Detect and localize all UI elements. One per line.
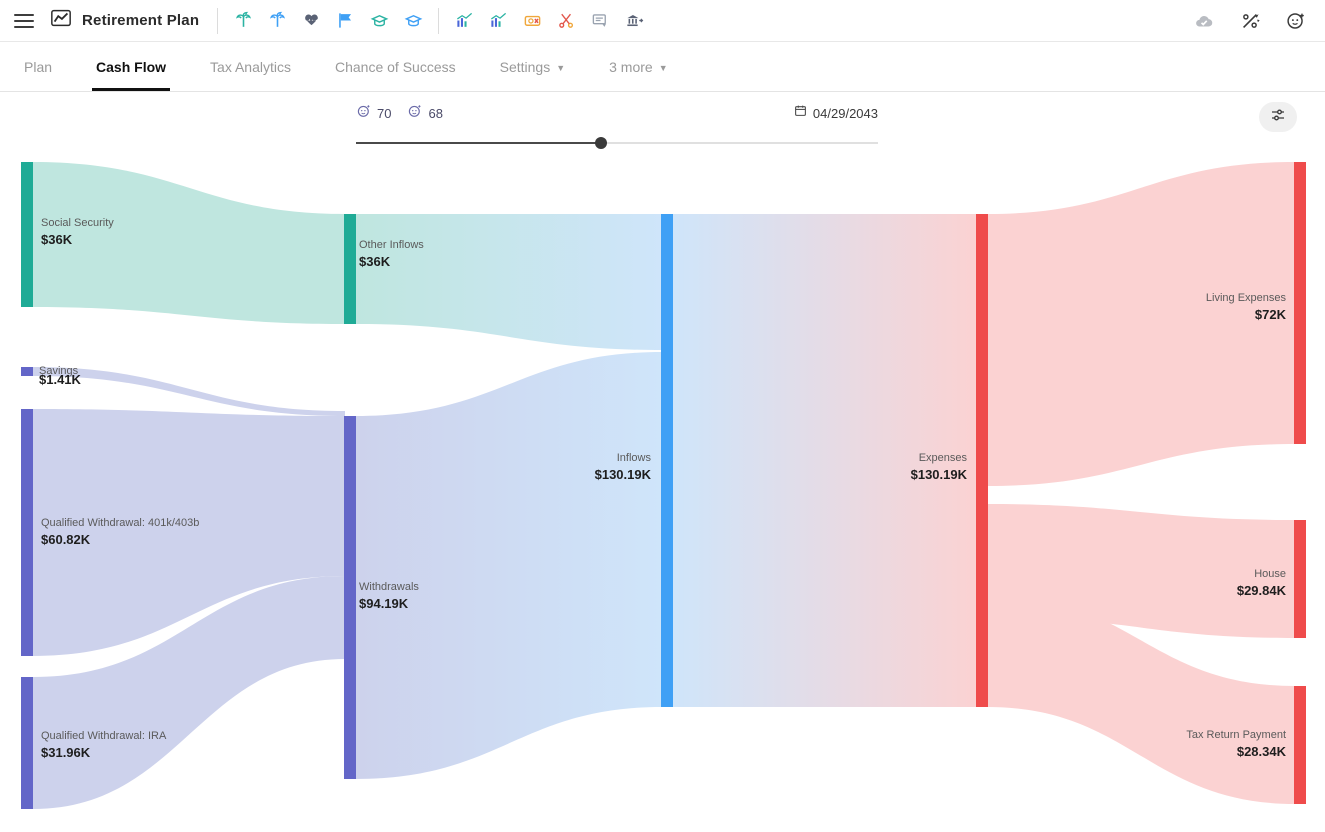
age-secondary[interactable]: 68 [407, 103, 443, 124]
cash-flow-sankey-chart: Social Security $36K Savings $1.41K Qual… [0, 154, 1325, 824]
toolbar-icons-left [218, 6, 438, 36]
tab-tax-analytics[interactable]: Tax Analytics [188, 42, 313, 91]
person-age-icon [407, 103, 423, 124]
tab-label: 3 more [609, 58, 653, 75]
node-qualified-withdrawal-ira[interactable] [21, 677, 33, 809]
sliders-icon [1269, 106, 1287, 129]
heartbeat-icon[interactable] [296, 6, 326, 36]
value-qualified-withdrawal-401k: $60.82K [41, 532, 91, 547]
tab-label: Tax Analytics [210, 58, 291, 75]
flag-icon[interactable] [330, 6, 360, 36]
age-primary[interactable]: 70 [356, 103, 391, 124]
palm-tree-teal-icon[interactable] [228, 6, 258, 36]
hamburger-icon[interactable] [14, 13, 34, 28]
value-savings: $1.41K [39, 372, 82, 387]
age-secondary-value: 68 [428, 105, 443, 121]
timeline-slider[interactable] [356, 134, 878, 152]
node-qualified-withdrawal-401k[interactable] [21, 409, 33, 656]
tab-settings[interactable]: Settings ▼ [478, 42, 588, 91]
label-tax-return-payment: Tax Return Payment [1186, 729, 1286, 741]
slider-fill [356, 142, 602, 144]
hamburger-line [14, 13, 34, 16]
cloud-saved-icon[interactable] [1189, 6, 1219, 36]
graduation-cap-teal-icon[interactable] [364, 6, 394, 36]
label-social-security: Social Security [41, 217, 114, 229]
palm-tree-blue-icon[interactable] [262, 6, 292, 36]
tab-cash-flow[interactable]: Cash Flow [74, 42, 188, 91]
value-withdrawals: $94.19K [359, 596, 409, 611]
add-person-icon[interactable] [1281, 6, 1311, 36]
value-social-security: $36K [41, 232, 73, 247]
value-other-inflows: $36K [359, 254, 391, 269]
calendar-icon [794, 104, 807, 122]
value-tax-return-payment: $28.34K [1237, 744, 1287, 759]
tab-label: Cash Flow [96, 58, 167, 75]
label-living-expenses: Living Expenses [1206, 292, 1287, 304]
chart-settings-button[interactable] [1259, 102, 1297, 132]
tab-label: Plan [24, 58, 53, 75]
chevron-down-icon: ▼ [556, 62, 566, 73]
value-house: $29.84K [1237, 583, 1287, 598]
label-other-inflows: Other Inflows [359, 239, 424, 251]
label-qualified-withdrawal-401k: Qualified Withdrawal: 401k/403b [41, 517, 199, 529]
value-qualified-withdrawal-ira: $31.96K [41, 745, 91, 760]
bar-chart-up-blue-icon[interactable] [449, 6, 479, 36]
person-age-icon [356, 103, 372, 124]
sankey-svg: Social Security $36K Savings $1.41K Qual… [21, 162, 1306, 809]
tab-label: Chance of Success [334, 58, 456, 75]
toolbar-icons-right-group [439, 6, 659, 36]
link-other-inflows-inflows[interactable] [356, 214, 662, 350]
app-title: Retirement Plan [82, 12, 200, 29]
node-social-security[interactable] [21, 162, 33, 307]
tab-label: Settings [499, 58, 551, 75]
node-house[interactable] [1294, 520, 1306, 638]
label-withdrawals: Withdrawals [359, 581, 419, 593]
timeline-widget: 70 68 04/29/2043 [356, 100, 878, 152]
timeline-date-value: 04/29/2043 [812, 105, 878, 121]
slider-thumb[interactable] [595, 137, 608, 149]
age-primary-value: 70 [377, 105, 392, 121]
hamburger-line [14, 25, 34, 28]
link-withdrawals-inflows[interactable] [356, 352, 662, 779]
top-bar-right-actions [1189, 0, 1311, 42]
tab-chance-of-success[interactable]: Chance of Success [313, 42, 478, 91]
tab-plan[interactable]: Plan [2, 42, 74, 91]
node-tax-return-payment[interactable] [1294, 686, 1306, 804]
app-brand[interactable]: Retirement Plan [50, 7, 217, 34]
value-living-expenses: $72K [1255, 307, 1287, 322]
bank-transfer-icon[interactable] [619, 6, 649, 36]
label-house: House [1254, 568, 1286, 580]
node-inflows[interactable] [661, 214, 673, 707]
link-expenses-living-expenses[interactable] [988, 162, 1295, 486]
label-inflows: Inflows [617, 452, 652, 464]
node-other-inflows[interactable] [344, 214, 356, 324]
tab-more[interactable]: 3 more ▼ [587, 42, 690, 91]
node-withdrawals[interactable] [344, 416, 356, 779]
value-expenses: $130.19K [911, 467, 968, 482]
node-savings[interactable] [21, 367, 33, 376]
chevron-down-icon: ▼ [658, 62, 668, 73]
graduation-cap-blue-icon[interactable] [398, 6, 428, 36]
main-tab-bar: Plan Cash Flow Tax Analytics Chance of S… [0, 42, 1325, 92]
label-qualified-withdrawal-ira: Qualified Withdrawal: IRA [41, 730, 167, 742]
scissors-icon[interactable] [551, 6, 581, 36]
node-expenses[interactable] [976, 214, 988, 707]
label-expenses: Expenses [919, 452, 968, 464]
timeline-header: 70 68 04/29/2043 [356, 100, 878, 126]
link-social-security-other-inflows[interactable] [33, 162, 345, 324]
timeline-controls: 70 68 04/29/2043 [0, 92, 1325, 154]
insurance-icon[interactable] [585, 6, 615, 36]
value-inflows: $130.19K [595, 467, 652, 482]
bar-chart-up-green-icon[interactable] [483, 6, 513, 36]
percent-slash-icon[interactable] [1235, 6, 1265, 36]
node-living-expenses[interactable] [1294, 162, 1306, 444]
chart-line-icon [50, 7, 72, 34]
timeline-date[interactable]: 04/29/2043 [794, 104, 878, 122]
hamburger-line [14, 19, 34, 22]
top-bar: Retirement Plan [0, 0, 1325, 42]
money-x-icon[interactable] [517, 6, 547, 36]
